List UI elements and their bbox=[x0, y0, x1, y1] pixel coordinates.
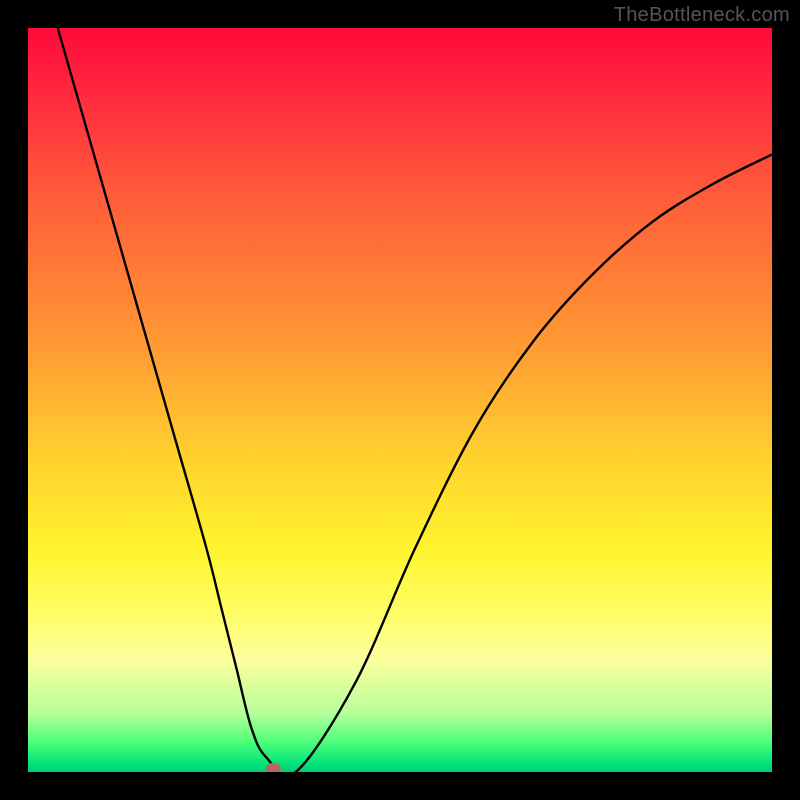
bottleneck-curve-line bbox=[58, 28, 772, 772]
minimum-point-marker bbox=[267, 763, 281, 772]
watermark-text: TheBottleneck.com bbox=[614, 4, 790, 27]
chart-plot-area bbox=[28, 28, 772, 772]
chart-svg bbox=[28, 28, 772, 772]
